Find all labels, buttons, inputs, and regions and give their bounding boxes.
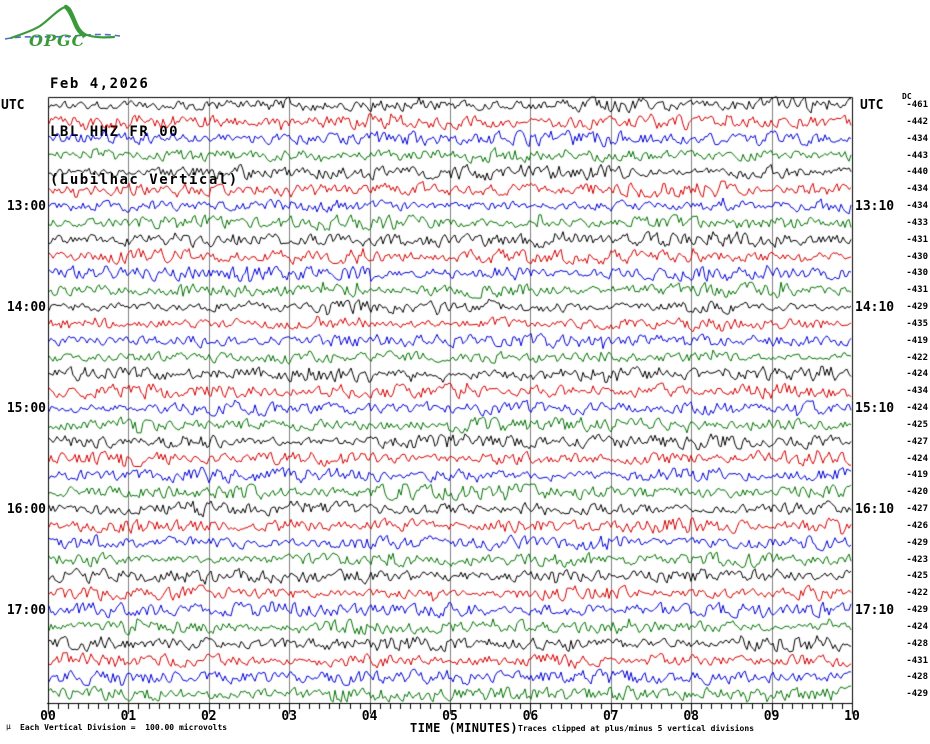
x-axis-title: TIME (MINUTES) <box>410 721 519 735</box>
dc-value: -419 <box>906 335 928 346</box>
hour-label-right: 13:10 <box>855 199 895 214</box>
dc-value: -430 <box>906 251 928 262</box>
x-tick-label: 04 <box>361 709 378 724</box>
dc-value: -442 <box>906 116 928 127</box>
dc-value: -428 <box>906 638 928 649</box>
dc-value: -431 <box>906 234 928 245</box>
x-tick-label: 07 <box>602 709 619 724</box>
microvolt-mark: µ <box>6 722 11 731</box>
dc-value: -428 <box>906 672 928 683</box>
dc-value: -434 <box>906 386 928 397</box>
dc-value: -427 <box>906 504 928 514</box>
dc-value: -443 <box>906 150 928 161</box>
clip-note: Traces clipped at plus/minus 5 vertical … <box>518 724 755 733</box>
dc-value: -435 <box>906 318 928 329</box>
x-tick-label: 08 <box>683 709 700 724</box>
scale-note: Each Vertical Division = 100.00 microvol… <box>20 723 228 732</box>
dc-value: -425 <box>906 571 928 582</box>
dc-value: -425 <box>906 419 928 430</box>
dc-value: -424 <box>906 369 928 380</box>
dc-value: -434 <box>906 184 928 195</box>
hour-label-right: 17:10 <box>855 603 895 618</box>
dc-value: -426 <box>906 520 928 531</box>
hour-label-left: 16:00 <box>6 502 46 517</box>
seismogram-plot <box>0 0 930 744</box>
hour-label-left: 15:00 <box>6 401 46 416</box>
dc-value: -423 <box>906 554 928 565</box>
x-tick-label: 06 <box>522 709 539 724</box>
x-tick-label: 02 <box>200 709 217 724</box>
helicorder-page: OPGC Feb 4,2026 LBL HHZ FR 00 (Lubilhac … <box>0 0 930 744</box>
dc-value: -419 <box>906 470 928 481</box>
dc-value: -434 <box>906 133 928 144</box>
x-tick-label: 01 <box>120 709 137 724</box>
dc-value: -429 <box>906 689 928 700</box>
hour-label-left: 13:00 <box>6 199 46 214</box>
dc-value: -461 <box>906 100 928 110</box>
dc-value: -422 <box>906 352 928 363</box>
x-tick-label: 03 <box>281 709 298 724</box>
dc-value: -440 <box>906 167 928 178</box>
hour-label-right: 14:10 <box>855 300 895 315</box>
dc-value: -434 <box>906 201 928 211</box>
dc-value: -424 <box>906 403 928 413</box>
dc-value: -420 <box>906 487 928 498</box>
dc-value: -427 <box>906 436 928 447</box>
dc-value: -433 <box>906 217 928 228</box>
x-tick-label: 09 <box>763 709 780 724</box>
dc-value: -424 <box>906 453 928 464</box>
hour-label-right: 16:10 <box>855 502 895 517</box>
dc-value: -424 <box>906 621 928 632</box>
dc-value: -429 <box>906 302 928 312</box>
hour-label-right: 15:10 <box>855 401 895 416</box>
dc-value: -429 <box>906 537 928 548</box>
dc-value: -422 <box>906 588 928 599</box>
hour-label-left: 17:00 <box>6 603 46 618</box>
dc-value: -429 <box>906 605 928 615</box>
x-tick-label: 00 <box>40 709 56 724</box>
dc-value: -431 <box>906 285 928 296</box>
x-tick-label: 10 <box>844 709 860 724</box>
dc-value: -430 <box>906 268 928 279</box>
dc-value: -431 <box>906 655 928 666</box>
hour-label-left: 14:00 <box>6 300 46 315</box>
